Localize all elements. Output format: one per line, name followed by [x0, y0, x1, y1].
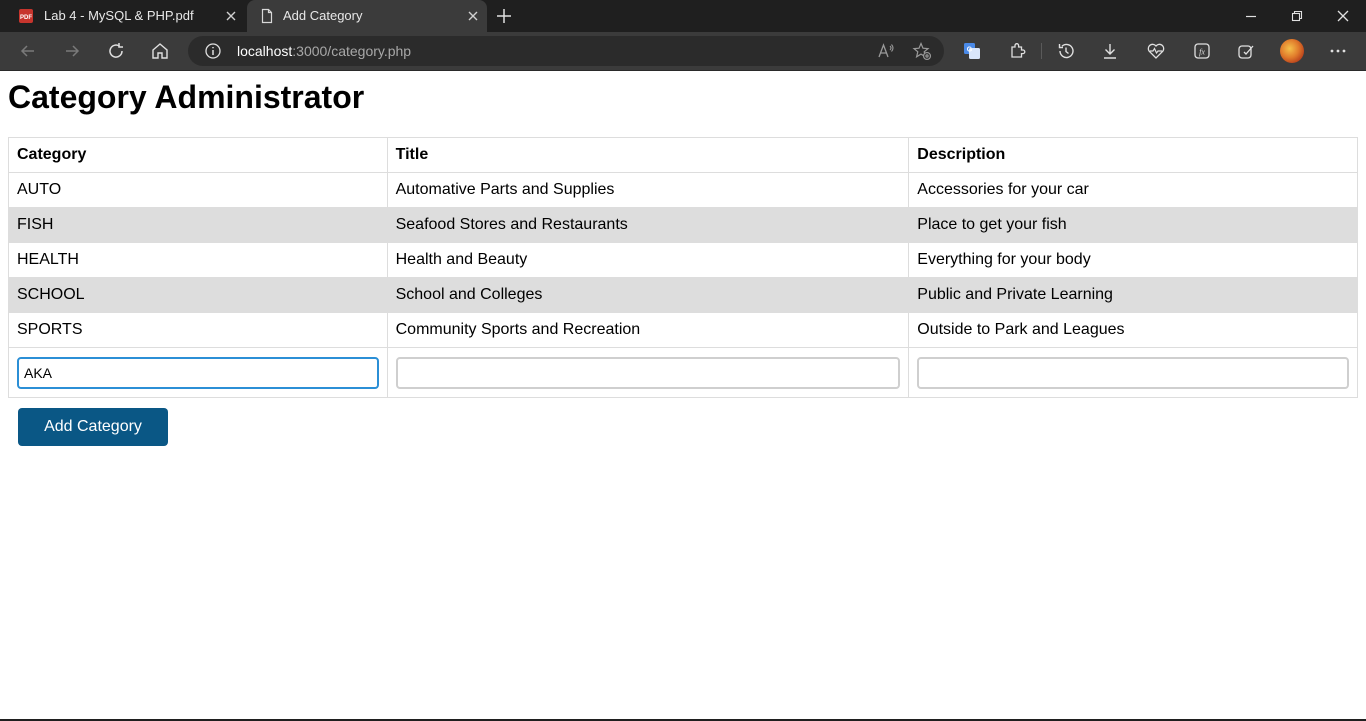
toolbar-separator: [1041, 43, 1042, 59]
category-table: Category Title Description AUTO Automati…: [8, 137, 1358, 398]
close-tab-icon[interactable]: [223, 8, 239, 24]
cell-category: FISH: [8, 207, 388, 243]
tab-pdf[interactable]: PDF Lab 4 - MySQL & PHP.pdf: [0, 0, 245, 32]
svg-text:G: G: [967, 47, 973, 54]
title-input[interactable]: [395, 356, 901, 389]
refresh-icon[interactable]: [106, 41, 126, 61]
tab-bar: PDF Lab 4 - MySQL & PHP.pdf Add Category: [0, 0, 1366, 32]
close-tab-icon[interactable]: [465, 8, 481, 24]
description-input[interactable]: [917, 356, 1349, 389]
table-header-row: Category Title Description: [8, 137, 1358, 173]
math-solver-icon[interactable]: fx: [1192, 41, 1212, 61]
collections-icon[interactable]: [1236, 41, 1256, 61]
cell-title: Automative Parts and Supplies: [386, 172, 910, 208]
table-row: FISH Seafood Stores and Restaurants Plac…: [8, 207, 1358, 243]
profile-avatar[interactable]: [1280, 39, 1304, 63]
home-icon[interactable]: [150, 41, 170, 61]
url-host: localhost: [237, 43, 293, 59]
tab-add-category[interactable]: Add Category: [247, 0, 487, 32]
new-category-row: [8, 347, 1358, 398]
cell-title: Health and Beauty: [386, 242, 910, 278]
tab-title: Add Category: [283, 8, 363, 23]
category-input[interactable]: [17, 356, 379, 389]
forward-icon[interactable]: [62, 41, 82, 61]
add-category-button[interactable]: Add Category: [18, 408, 168, 446]
close-window-icon[interactable]: [1335, 8, 1351, 24]
new-tab-icon[interactable]: [495, 7, 513, 25]
site-info-icon[interactable]: [204, 42, 222, 60]
header-category: Category: [8, 137, 388, 173]
table-row: SPORTS Community Sports and Recreation O…: [8, 312, 1358, 348]
read-aloud-icon[interactable]: [876, 41, 896, 61]
cell-title-input: [386, 347, 910, 398]
header-title: Title: [386, 137, 910, 173]
cell-title: School and Colleges: [386, 277, 910, 313]
cell-description-input: [908, 347, 1358, 398]
history-icon[interactable]: [1056, 41, 1076, 61]
cell-description: Public and Private Learning: [908, 277, 1358, 313]
cell-category: HEALTH: [8, 242, 388, 278]
table-row: HEALTH Health and Beauty Everything for …: [8, 242, 1358, 278]
url-text[interactable]: localhost:3000/category.php: [237, 43, 411, 59]
cell-category-input: [8, 347, 388, 398]
url-path: :3000/category.php: [292, 43, 412, 59]
cell-category: SCHOOL: [8, 277, 388, 313]
cell-category: SPORTS: [8, 312, 388, 348]
translate-icon[interactable]: G: [962, 41, 982, 61]
chrome-divider: [0, 70, 1366, 71]
svg-text:fx: fx: [1199, 48, 1205, 57]
add-favorite-icon[interactable]: [912, 41, 932, 61]
cell-title: Community Sports and Recreation: [386, 312, 910, 348]
header-description: Description: [908, 137, 1358, 173]
page-icon: [261, 8, 273, 24]
cell-description: Place to get your fish: [908, 207, 1358, 243]
tab-title: Lab 4 - MySQL & PHP.pdf: [44, 8, 194, 23]
cell-description: Accessories for your car: [908, 172, 1358, 208]
cell-category: AUTO: [8, 172, 388, 208]
restore-icon[interactable]: [1289, 8, 1305, 24]
more-options-icon[interactable]: [1328, 41, 1348, 61]
svg-text:PDF: PDF: [20, 15, 32, 21]
page-title: Category Administrator: [8, 79, 365, 115]
performance-icon[interactable]: [1146, 41, 1166, 61]
cell-description: Outside to Park and Leagues: [908, 312, 1358, 348]
extensions-icon[interactable]: [1007, 41, 1027, 61]
table-row: SCHOOL School and Colleges Public and Pr…: [8, 277, 1358, 313]
downloads-icon[interactable]: [1100, 41, 1120, 61]
back-icon[interactable]: [18, 41, 38, 61]
minimize-icon[interactable]: [1243, 8, 1259, 24]
cell-description: Everything for your body: [908, 242, 1358, 278]
cell-title: Seafood Stores and Restaurants: [386, 207, 910, 243]
table-row: AUTO Automative Parts and Supplies Acces…: [8, 172, 1358, 208]
pdf-icon: PDF: [19, 9, 33, 23]
